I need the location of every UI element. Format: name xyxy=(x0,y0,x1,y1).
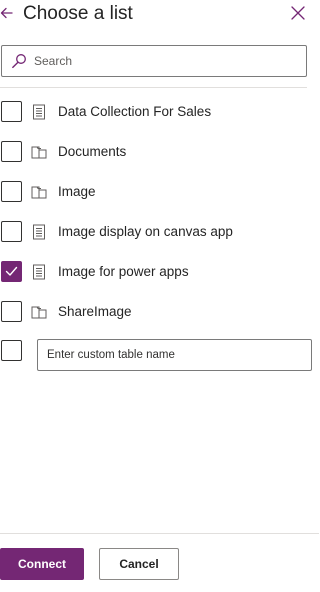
library-icon xyxy=(31,304,47,320)
cancel-button[interactable]: Cancel xyxy=(99,548,179,580)
checkbox[interactable] xyxy=(1,340,22,361)
divider xyxy=(0,87,307,88)
search-box[interactable] xyxy=(1,45,307,77)
checkbox[interactable] xyxy=(1,101,22,122)
connect-button[interactable]: Connect xyxy=(0,548,84,580)
list-item-label: Image xyxy=(58,184,96,199)
list-item-documents[interactable]: Documents xyxy=(0,137,310,165)
library-icon xyxy=(31,144,47,160)
list-item-data-collection-for-sales[interactable]: Data Collection For Sales xyxy=(0,97,310,125)
checkbox-checked[interactable] xyxy=(1,261,22,282)
list-icon xyxy=(31,224,47,240)
list-item-image[interactable]: Image xyxy=(0,177,310,205)
search-icon xyxy=(11,53,27,69)
page-title: Choose a list xyxy=(23,3,133,24)
list-item-label: Data Collection For Sales xyxy=(58,104,212,119)
back-arrow-icon[interactable] xyxy=(0,5,14,21)
checkmark-icon xyxy=(5,266,18,276)
custom-table-row xyxy=(0,336,315,376)
list-item-label: Image display on canvas app xyxy=(58,224,233,239)
custom-table-name-input[interactable] xyxy=(37,339,312,371)
list-item-shareimage[interactable]: ShareImage xyxy=(0,297,310,325)
list-item-image-display-on-canvas-app[interactable]: Image display on canvas app xyxy=(0,217,310,245)
list-item-image-for-power-apps[interactable]: Image for power apps xyxy=(0,257,310,285)
close-icon[interactable] xyxy=(290,5,306,21)
list-icon xyxy=(31,264,47,280)
list-item-label: Image for power apps xyxy=(58,264,189,279)
library-icon xyxy=(31,184,47,200)
checkbox[interactable] xyxy=(1,221,22,242)
list-icon xyxy=(31,104,47,120)
checkbox[interactable] xyxy=(1,301,22,322)
search-input[interactable] xyxy=(34,52,294,70)
checkbox[interactable] xyxy=(1,141,22,162)
list-item-label: Documents xyxy=(58,144,127,159)
panel-header: Choose a list xyxy=(0,0,319,30)
list-item-label: ShareImage xyxy=(58,304,132,319)
footer-divider xyxy=(0,533,319,534)
checkbox[interactable] xyxy=(1,181,22,202)
